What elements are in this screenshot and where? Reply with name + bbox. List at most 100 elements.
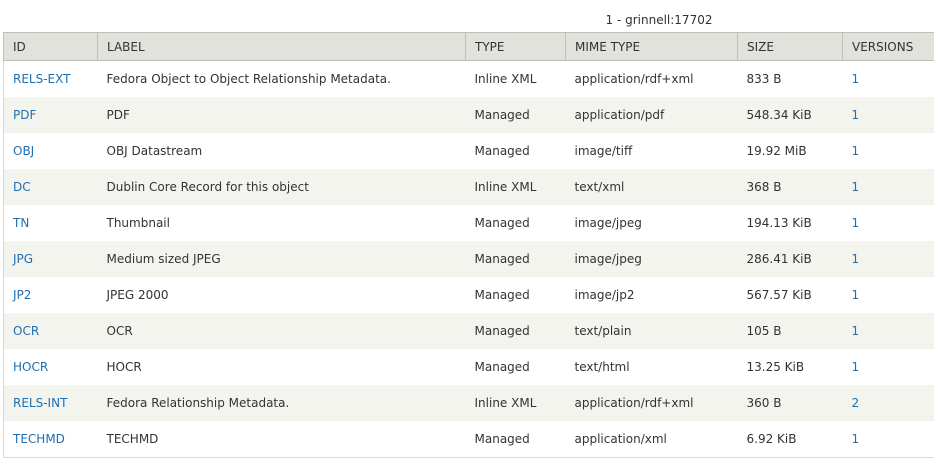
datastream-mime-type: text/plain (565, 313, 738, 349)
datastream-id-link[interactable]: TN (13, 216, 29, 230)
datastream-size: 286.41 KiB (737, 241, 843, 277)
datastream-label: Dublin Core Record for this object (97, 169, 466, 205)
datastream-size: 6.92 KiB (737, 421, 843, 458)
datastream-versions-cell: 1 (842, 421, 934, 458)
datastream-label: Medium sized JPEG (97, 241, 466, 277)
datastream-type: Managed (465, 241, 566, 277)
table-row: JPG Medium sized JPEG Managed image/jpeg 286… (3, 241, 934, 277)
datastream-label: HOCR (97, 349, 466, 385)
table-row: TECHMD TECHMD Managed application/xml 6.92 K… (3, 421, 934, 458)
datastream-size: 13.25 KiB (737, 349, 843, 385)
table-row: RELS-EXT Fedora Object to Object Relation… (3, 60, 934, 97)
table-row: RELS-INT Fedora Relationship Metadata. Inl… (3, 385, 934, 421)
column-header-id: ID (3, 32, 98, 61)
datastream-versions-link[interactable]: 1 (852, 180, 860, 194)
datastream-size: 19.92 MiB (737, 133, 843, 169)
datastream-id-link[interactable]: JPG (13, 252, 33, 266)
datastream-versions-link[interactable]: 1 (852, 288, 860, 302)
datastream-id-link[interactable]: JP2 (13, 288, 31, 302)
datastream-label: OBJ Datastream (97, 133, 466, 169)
column-header-size: SIZE (737, 32, 843, 61)
datastream-label: OCR (97, 313, 466, 349)
datastream-id-link[interactable]: RELS-INT (13, 396, 67, 410)
datastream-mime-type: text/html (565, 349, 738, 385)
datastream-versions-link[interactable]: 1 (852, 324, 860, 338)
column-header-label: LABEL (97, 32, 466, 61)
datastream-id-link[interactable]: HOCR (13, 360, 48, 374)
datastream-id-link[interactable]: TECHMD (13, 432, 65, 446)
datastream-id-cell: OBJ (3, 133, 98, 169)
datastream-id-cell: HOCR (3, 349, 98, 385)
datastream-id-cell: OCR (3, 313, 98, 349)
datastream-label: TECHMD (97, 421, 466, 458)
datastream-id-link[interactable]: RELS-EXT (13, 72, 70, 86)
datastream-versions-cell: 2 (842, 385, 934, 421)
table-header-row: ID LABEL TYPE MIME TYPE SIZE VERSIONS (3, 32, 934, 61)
datastream-id-cell: TECHMD (3, 421, 98, 458)
datastream-id-cell: PDF (3, 97, 98, 133)
table-row: OCR OCR Managed text/plain 105 B1 (3, 313, 934, 349)
datastream-type: Managed (465, 313, 566, 349)
datastream-type: Managed (465, 277, 566, 313)
datastream-label: Fedora Object to Object Relationship Met… (97, 60, 466, 97)
datastream-id-cell: RELS-EXT (3, 60, 98, 97)
datastream-type: Managed (465, 205, 566, 241)
column-header-mime-type: MIME TYPE (565, 32, 738, 61)
datastream-versions-link[interactable]: 1 (852, 144, 860, 158)
datastream-id-cell: JPG (3, 241, 98, 277)
datastream-size: 567.57 KiB (737, 277, 843, 313)
datastream-versions-link[interactable]: 1 (852, 252, 860, 266)
datastream-mime-type: application/rdf+xml (565, 60, 738, 97)
datastream-size: 194.13 KiB (737, 205, 843, 241)
table-row: OBJ OBJ Datastream Managed image/tiff 19.92 … (3, 133, 934, 169)
datastream-type: Managed (465, 133, 566, 169)
datastream-type: Managed (465, 421, 566, 458)
datastream-mime-type: image/jpeg (565, 241, 738, 277)
datastream-versions-link[interactable]: 1 (852, 216, 860, 230)
datastream-size: 105 B (737, 313, 843, 349)
datastream-versions-link[interactable]: 2 (852, 396, 860, 410)
datastream-versions-cell: 1 (842, 97, 934, 133)
datastream-mime-type: application/rdf+xml (565, 385, 738, 421)
datastream-size: 833 B (737, 60, 843, 97)
column-header-versions: VERSIONS (842, 32, 934, 61)
datastream-size: 360 B (737, 385, 843, 421)
datastream-size: 368 B (737, 169, 843, 205)
datastream-mime-type: image/tiff (565, 133, 738, 169)
datastream-mime-type: text/xml (565, 169, 738, 205)
datastream-versions-cell: 1 (842, 205, 934, 241)
datastream-id-cell: TN (3, 205, 98, 241)
table-row: DC Dublin Core Record for this object Inli… (3, 169, 934, 205)
datastream-label: Thumbnail (97, 205, 466, 241)
datastream-versions-link[interactable]: 1 (852, 72, 860, 86)
datastream-mime-type: application/xml (565, 421, 738, 458)
datastream-versions-cell: 1 (842, 349, 934, 385)
datastream-type: Managed (465, 97, 566, 133)
datastream-id-link[interactable]: OBJ (13, 144, 34, 158)
datastream-versions-cell: 1 (842, 169, 934, 205)
datastream-label: PDF (97, 97, 466, 133)
datastream-versions-link[interactable]: 1 (852, 108, 860, 122)
datastream-id-link[interactable]: DC (13, 180, 31, 194)
datastream-id-link[interactable]: OCR (13, 324, 39, 338)
table-row: HOCR HOCR Managed text/html 13.25 KiB 1 (3, 349, 934, 385)
datastream-id-link[interactable]: PDF (13, 108, 36, 122)
datastream-id-cell: DC (3, 169, 98, 205)
datastreams-table: ID LABEL TYPE MIME TYPE SIZE VERSIONS RE… (3, 32, 934, 458)
datastream-label: Fedora Relationship Metadata. (97, 385, 466, 421)
datastream-type: Inline XML (465, 385, 566, 421)
datastream-mime-type: image/jp2 (565, 277, 738, 313)
datastream-label: JPEG 2000 (97, 277, 466, 313)
datastream-type: Inline XML (465, 60, 566, 97)
datastream-id-cell: RELS-INT (3, 385, 98, 421)
table-row: PDF PDF Managed application/pdf 548.34 KiB 1 (3, 97, 934, 133)
table-row: TN Thumbnail Managed image/jpeg 194.13 KiB 1 (3, 205, 934, 241)
datastream-id-cell: JP2 (3, 277, 98, 313)
datastream-versions-link[interactable]: 1 (852, 432, 860, 446)
table-row: JP2 JPEG 2000 Managed image/jp2 567.57 KiB 1 (3, 277, 934, 313)
datastream-versions-cell: 1 (842, 133, 934, 169)
datastream-size: 548.34 KiB (737, 97, 843, 133)
datastream-versions-cell: 1 (842, 313, 934, 349)
datastream-mime-type: application/pdf (565, 97, 738, 133)
datastream-versions-link[interactable]: 1 (852, 360, 860, 374)
